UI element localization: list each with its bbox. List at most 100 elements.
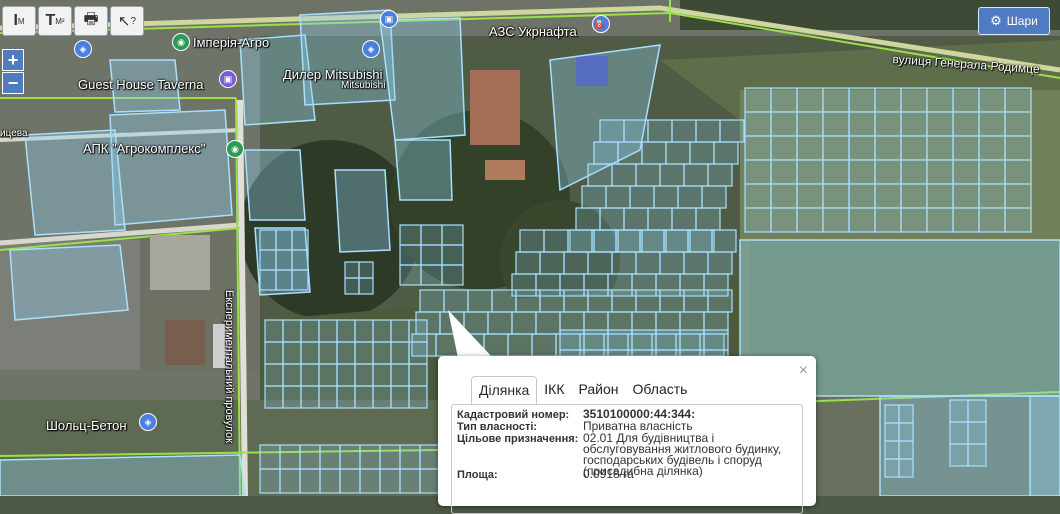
- parcel[interactable]: [874, 159, 902, 185]
- parcel[interactable]: [884, 422, 900, 442]
- parcel[interactable]: [623, 119, 649, 143]
- parcel[interactable]: [796, 159, 824, 185]
- parcel[interactable]: [949, 443, 969, 467]
- parcel[interactable]: [635, 163, 661, 187]
- parcel[interactable]: [390, 341, 410, 365]
- parcel[interactable]: [770, 111, 798, 137]
- parcel[interactable]: [291, 269, 309, 291]
- parcel[interactable]: [635, 289, 661, 313]
- parcel[interactable]: [611, 251, 637, 275]
- parcel[interactable]: [275, 249, 293, 271]
- parcel[interactable]: [874, 87, 902, 113]
- parcel[interactable]: [390, 319, 410, 343]
- parcel[interactable]: [559, 329, 585, 351]
- parcel[interactable]: [679, 329, 705, 351]
- parcel[interactable]: [978, 135, 1006, 161]
- parcel[interactable]: [1004, 183, 1032, 209]
- parcel[interactable]: [420, 264, 443, 286]
- parcel[interactable]: [822, 207, 850, 233]
- parcel[interactable]: [695, 207, 721, 231]
- parcel[interactable]: [441, 244, 464, 266]
- parcel[interactable]: [372, 319, 392, 343]
- parcel[interactable]: [926, 159, 954, 185]
- parcel[interactable]: [399, 224, 422, 246]
- print-icon[interactable]: 🖶: [74, 6, 108, 36]
- business-icon[interactable]: ◈: [139, 413, 157, 431]
- parcel[interactable]: [399, 244, 422, 266]
- parcel[interactable]: [1004, 87, 1032, 113]
- parcel[interactable]: [279, 468, 301, 494]
- parcel[interactable]: [884, 440, 900, 460]
- ruler-area-icon[interactable]: T M²: [38, 6, 72, 36]
- parcel[interactable]: [978, 111, 1006, 137]
- parcel[interactable]: [848, 159, 876, 185]
- parcel[interactable]: [900, 87, 928, 113]
- parcel[interactable]: [653, 185, 679, 209]
- parcel[interactable]: [671, 119, 697, 143]
- parcel[interactable]: [581, 185, 607, 209]
- parcel[interactable]: [744, 111, 772, 137]
- pointer-help-icon[interactable]: ↖?: [110, 6, 144, 36]
- parcel[interactable]: [848, 87, 876, 113]
- parcel[interactable]: [707, 163, 733, 187]
- tab-parcel[interactable]: Ділянка: [471, 376, 538, 404]
- parcel[interactable]: [319, 444, 341, 470]
- hotel-icon[interactable]: ▣: [219, 70, 237, 88]
- parcel[interactable]: [336, 341, 356, 365]
- parcel[interactable]: [898, 404, 914, 424]
- parcel[interactable]: [539, 251, 565, 275]
- parcel[interactable]: [874, 207, 902, 233]
- parcel[interactable]: [707, 289, 733, 313]
- parcel[interactable]: [926, 111, 954, 137]
- parcel[interactable]: [336, 385, 356, 409]
- parcel[interactable]: [952, 183, 980, 209]
- parcel[interactable]: [796, 111, 824, 137]
- parcel[interactable]: [926, 135, 954, 161]
- parcel[interactable]: [507, 333, 533, 357]
- parcel[interactable]: [264, 341, 284, 365]
- parcel[interactable]: [615, 229, 641, 253]
- parcel[interactable]: [587, 251, 613, 275]
- parcel[interactable]: [719, 119, 745, 143]
- parcel[interactable]: [611, 163, 637, 187]
- ruler-length-icon[interactable]: IM: [2, 6, 36, 36]
- parcel[interactable]: [848, 111, 876, 137]
- parcel[interactable]: [563, 251, 589, 275]
- parcel[interactable]: [978, 207, 1006, 233]
- parcel[interactable]: [1004, 135, 1032, 161]
- parcel[interactable]: [647, 119, 673, 143]
- parcel[interactable]: [299, 468, 321, 494]
- parcel[interactable]: [796, 183, 824, 209]
- parcel[interactable]: [563, 289, 589, 313]
- parcel[interactable]: [583, 329, 609, 351]
- parcel[interactable]: [949, 421, 969, 445]
- parcel[interactable]: [952, 111, 980, 137]
- parcel[interactable]: [275, 269, 293, 291]
- parcel[interactable]: [822, 159, 850, 185]
- parcel[interactable]: [822, 111, 850, 137]
- parcel[interactable]: [952, 135, 980, 161]
- parcel[interactable]: [713, 141, 739, 165]
- parcel[interactable]: [677, 185, 703, 209]
- parcel[interactable]: [291, 229, 309, 251]
- parcel[interactable]: [567, 229, 593, 253]
- parcel[interactable]: [848, 135, 876, 161]
- parcel[interactable]: [259, 249, 277, 271]
- parcel[interactable]: [264, 363, 284, 387]
- parcel[interactable]: [665, 141, 691, 165]
- parcel[interactable]: [647, 207, 673, 231]
- parcel[interactable]: [339, 468, 361, 494]
- parcel[interactable]: [318, 341, 338, 365]
- parcel[interactable]: [408, 341, 428, 365]
- transit-icon[interactable]: ▣: [380, 10, 398, 28]
- parcel[interactable]: [279, 444, 301, 470]
- parcel[interactable]: [441, 224, 464, 246]
- fuel-station-icon[interactable]: ⛽: [592, 15, 610, 33]
- tab-ikk[interactable]: ІКК: [537, 376, 571, 403]
- parcel[interactable]: [683, 289, 709, 313]
- parcel[interactable]: [848, 183, 876, 209]
- parcel[interactable]: [659, 163, 685, 187]
- parcel[interactable]: [390, 363, 410, 387]
- car-dealer-icon[interactable]: ◈: [362, 40, 380, 58]
- parcel[interactable]: [701, 185, 727, 209]
